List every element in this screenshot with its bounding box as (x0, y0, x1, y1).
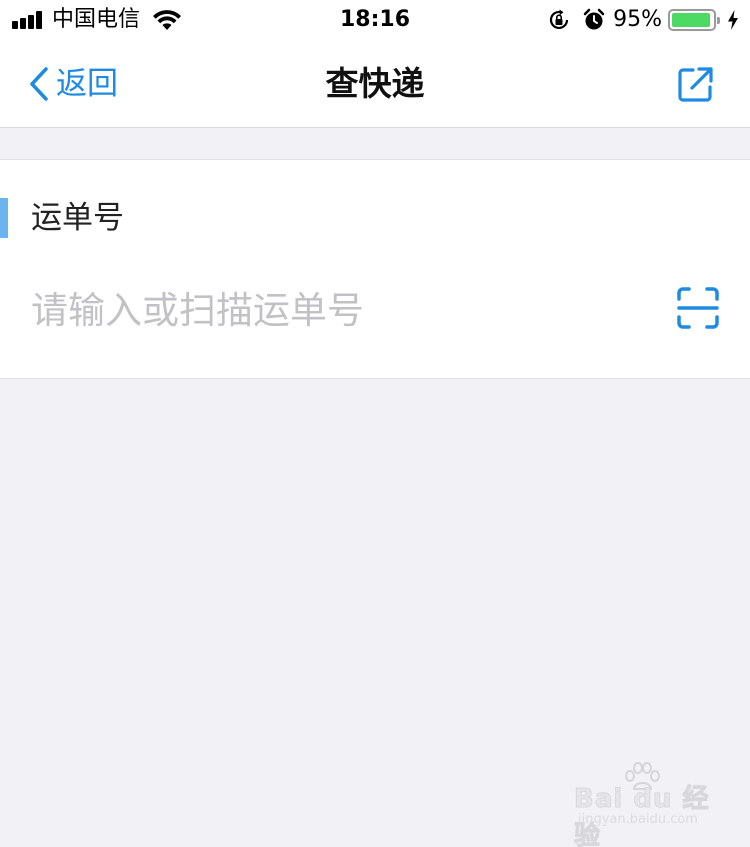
tracking-card: 运单号 (0, 159, 750, 379)
page-title: 查快递 (325, 64, 425, 103)
scan-button[interactable] (676, 286, 720, 330)
watermark-url: jingyan.baidu.com (578, 812, 698, 827)
alarm-icon (583, 8, 605, 30)
section-accent-bar (0, 198, 8, 238)
battery-cap (717, 17, 720, 24)
status-right: 95% (547, 6, 740, 34)
share-external-icon (678, 67, 713, 102)
status-bar: 中国电信 18:16 95% (0, 0, 750, 40)
share-button[interactable] (676, 64, 716, 104)
charging-bolt-icon (728, 10, 738, 30)
nav-bar: 返回 查快递 (0, 40, 750, 128)
scan-icon (677, 287, 719, 329)
watermark: Bai du 经验 jingyan.baidu.com (574, 762, 714, 847)
orientation-lock-icon (550, 9, 569, 30)
tracking-number-label: 运单号 (31, 200, 124, 236)
battery-icon (668, 9, 720, 31)
page: 中国电信 18:16 95% 返回 查快递 运单号 请输入或扫描运单号 Bai … (0, 0, 750, 847)
tracking-number-input[interactable] (31, 284, 631, 336)
battery-percent: 95% (613, 7, 662, 32)
battery-fill (672, 13, 710, 27)
